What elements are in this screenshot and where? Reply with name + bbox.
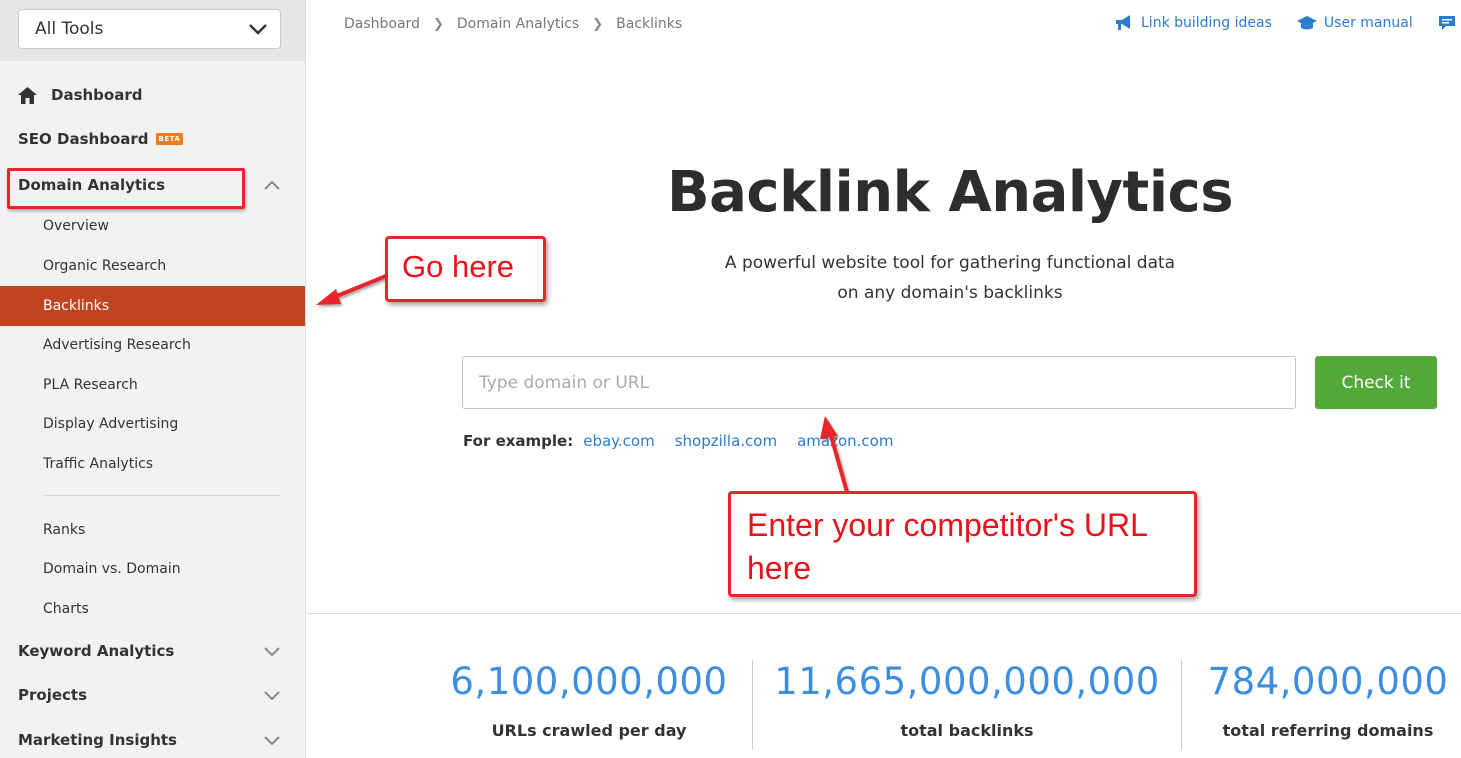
- stat-urls-crawled: 6,100,000,000 URLs crawled per day: [379, 660, 799, 740]
- annotation-go-here: Go here: [385, 236, 546, 302]
- example-link-shopzilla[interactable]: shopzilla.com: [675, 432, 777, 450]
- sidebar-item-label: PLA Research: [43, 377, 138, 393]
- sidebar-item-label: SEO Dashboard: [18, 130, 149, 148]
- chevron-down-icon[interactable]: [263, 690, 281, 701]
- domain-search-input[interactable]: [462, 356, 1296, 409]
- breadcrumb-item-domain-analytics[interactable]: Domain Analytics: [457, 16, 579, 32]
- arrow-to-search-input: [820, 416, 849, 493]
- breadcrumb-item-backlinks: Backlinks: [616, 16, 683, 32]
- link-building-ideas-link[interactable]: Link building ideas: [1114, 14, 1272, 32]
- arrow-to-backlinks: [316, 274, 387, 305]
- subtitle-line: on any domain's backlinks: [837, 283, 1063, 303]
- stat-referring-domains: 784,000,000 total referring domains: [1118, 660, 1461, 740]
- user-manual-label: User manual: [1323, 15, 1413, 31]
- page-title: Backlink Analytics: [666, 160, 1234, 225]
- tools-select-value: All Tools: [35, 19, 104, 39]
- sidebar-item-label: Overview: [43, 218, 109, 234]
- stat-divider: [752, 660, 753, 750]
- stat-label: URLs crawled per day: [491, 721, 687, 740]
- check-it-button[interactable]: Check it: [1315, 356, 1437, 409]
- chevron-down-icon[interactable]: [263, 735, 281, 746]
- beta-badge: BETA: [155, 133, 184, 145]
- sidebar-item-label: Domain vs. Domain: [43, 561, 181, 577]
- sidebar-item-label: Keyword Analytics: [18, 642, 175, 660]
- sidebar-item-label: Organic Research: [43, 258, 167, 274]
- chat-icon: [1438, 16, 1455, 30]
- example-link-amazon[interactable]: amazon.com: [797, 432, 893, 450]
- breadcrumb: Dashboard ❯ Domain Analytics ❯ Backlinks: [344, 16, 682, 32]
- sidebar-item-advertising-research[interactable]: Advertising Research: [0, 325, 305, 365]
- subtitle-line: A powerful website tool for gathering fu…: [724, 253, 1176, 273]
- stat-value: 6,100,000,000: [450, 660, 728, 703]
- stat-label: total backlinks: [900, 721, 1034, 740]
- sidebar-item-label: Projects: [18, 686, 88, 704]
- annotation-highlight-box: [7, 168, 245, 209]
- sidebar-item-label: Ranks: [43, 522, 86, 538]
- annotation-text: Enter your competitor's URL: [747, 507, 1148, 543]
- sidebar-item-domain-vs-domain[interactable]: Domain vs. Domain: [0, 549, 305, 589]
- home-icon: [18, 86, 37, 104]
- sidebar-item-label: Charts: [43, 601, 89, 617]
- chevron-right-icon: ❯: [592, 16, 604, 32]
- stat-value: 11,665,000,000,000: [774, 660, 1160, 703]
- sidebar-item-label: Traffic Analytics: [43, 456, 154, 472]
- sidebar-item-label: Marketing Insights: [18, 731, 177, 749]
- header-links: Link building ideas User manual S: [1114, 14, 1461, 32]
- example-link-ebay[interactable]: ebay.com: [583, 432, 654, 450]
- tools-select-container: All Tools: [0, 0, 305, 61]
- link-building-label: Link building ideas: [1141, 15, 1272, 31]
- annotation-enter-url: Enter your competitor's URL here: [728, 491, 1197, 597]
- page-subtitle: A powerful website tool for gathering fu…: [650, 248, 1250, 308]
- sidebar-item-label: Backlinks: [43, 298, 110, 314]
- sidebar-item-display-advertising[interactable]: Display Advertising: [0, 404, 305, 444]
- user-manual-link[interactable]: User manual: [1296, 14, 1413, 32]
- annotation-text: Go here: [402, 249, 515, 284]
- breadcrumb-item-dashboard[interactable]: Dashboard: [344, 16, 420, 32]
- sidebar-item-marketing-insights[interactable]: Marketing Insights: [18, 731, 177, 749]
- chevron-down-icon: [249, 24, 267, 35]
- sidebar: All Tools Dashboard SEO Dashboard BETA D…: [0, 0, 306, 758]
- sidebar-item-label: Display Advertising: [43, 416, 179, 432]
- sidebar-item-keyword-analytics[interactable]: Keyword Analytics: [18, 642, 174, 660]
- sidebar-divider: [43, 495, 281, 496]
- sidebar-item-projects[interactable]: Projects: [18, 686, 87, 704]
- stat-label: total referring domains: [1222, 721, 1434, 740]
- section-divider: [307, 613, 1461, 614]
- support-link[interactable]: S: [1438, 14, 1461, 32]
- chevron-down-icon[interactable]: [263, 646, 281, 657]
- stat-total-backlinks: 11,665,000,000,000 total backlinks: [757, 660, 1177, 740]
- graduation-cap-icon: [1296, 16, 1317, 30]
- sidebar-item-backlinks[interactable]: Backlinks: [0, 286, 305, 326]
- sidebar-item-seo-dashboard[interactable]: SEO Dashboard BETA: [18, 130, 184, 148]
- megaphone-icon: [1116, 15, 1130, 30]
- annotation-text: here: [747, 550, 812, 586]
- sidebar-item-ranks[interactable]: Ranks: [0, 510, 305, 550]
- sidebar-item-pla-research[interactable]: PLA Research: [0, 365, 305, 405]
- examples: For example: ebay.com shopzilla.com amaz…: [463, 432, 913, 450]
- sidebar-item-charts[interactable]: Charts: [0, 589, 305, 629]
- chevron-up-icon[interactable]: [263, 180, 281, 191]
- chevron-right-icon: ❯: [432, 16, 444, 32]
- sidebar-item-overview[interactable]: Overview: [0, 206, 305, 246]
- sidebar-item-organic-research[interactable]: Organic Research: [0, 246, 305, 286]
- sidebar-item-traffic-analytics[interactable]: Traffic Analytics: [0, 444, 305, 484]
- sidebar-item-dashboard[interactable]: Dashboard: [18, 86, 142, 104]
- tools-select[interactable]: All Tools: [18, 9, 281, 49]
- sidebar-item-label: Advertising Research: [43, 337, 191, 353]
- examples-label: For example:: [463, 432, 574, 450]
- stat-value: 784,000,000: [1207, 660, 1449, 703]
- sidebar-item-label: Dashboard: [51, 86, 143, 104]
